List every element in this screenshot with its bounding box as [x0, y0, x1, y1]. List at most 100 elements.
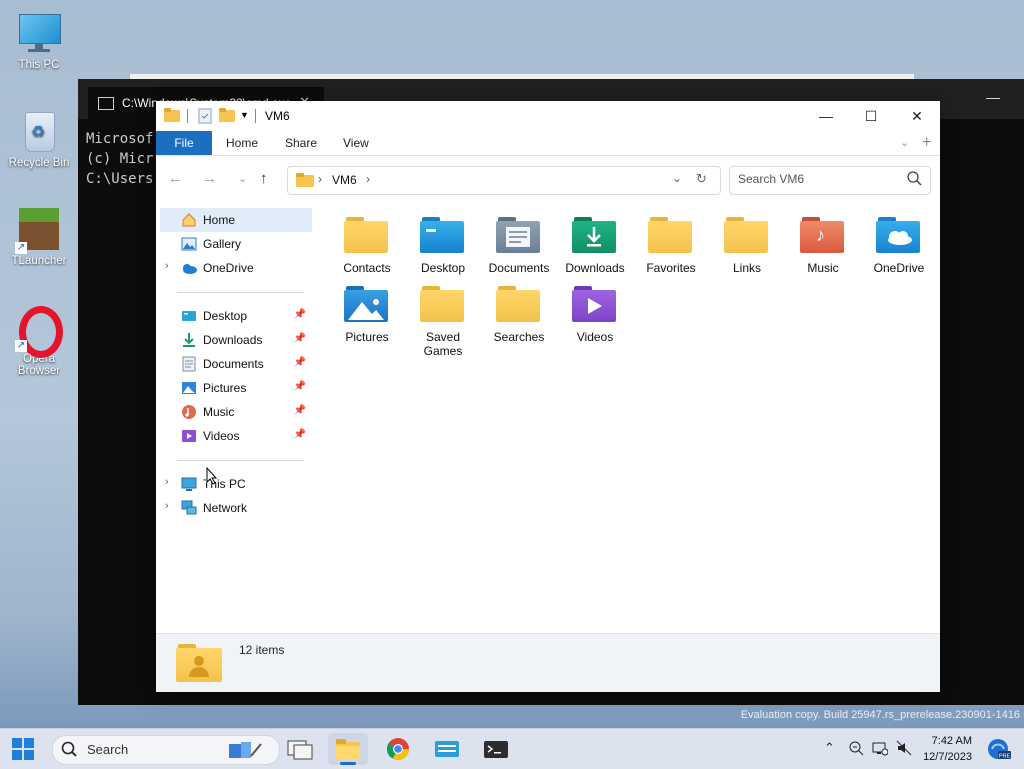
up-arrow-icon[interactable]: ↑: [260, 170, 268, 187]
pin-icon[interactable]: 📌: [294, 333, 306, 344]
breadcrumb-item[interactable]: VM6: [332, 173, 357, 187]
pin-icon[interactable]: 📌: [294, 405, 306, 416]
address-row: ← → ⌄ ↑ › VM6 › ⌄ ↻: [156, 156, 940, 202]
gallery-icon: [181, 236, 197, 252]
folder-icon: [420, 284, 466, 324]
nav-item-onedrive[interactable]: › OneDrive: [160, 256, 312, 280]
customize-quick-access-icon[interactable]: ▼: [240, 110, 249, 120]
tab-home[interactable]: Home: [226, 131, 258, 155]
desktop-icon-tlauncher[interactable]: ↗ TLauncher: [6, 208, 72, 267]
folder-item-saved-games[interactable]: Saved Games: [405, 284, 481, 358]
expand-chevron-icon[interactable]: ›: [165, 500, 169, 512]
desktop-icon-this-pc[interactable]: This PC: [6, 12, 72, 71]
divider: [255, 109, 256, 123]
pin-icon[interactable]: 📌: [294, 309, 306, 320]
breadcrumb-chevron-icon[interactable]: ›: [366, 172, 370, 186]
clock-date: 12/7/2023: [923, 751, 972, 763]
pin-icon[interactable]: 📌: [294, 357, 306, 368]
network-status-icon[interactable]: [872, 740, 889, 759]
accessibility-icon[interactable]: [848, 740, 864, 759]
music-icon: [181, 404, 197, 420]
refresh-icon[interactable]: ↻: [696, 171, 707, 187]
keyboard-app-icon[interactable]: [427, 733, 467, 765]
tab-share[interactable]: Share: [285, 131, 317, 155]
maximize-button[interactable]: ☐: [848, 101, 894, 131]
folder-item-music[interactable]: ♪ Music: [785, 215, 861, 275]
new-tab-icon[interactable]: +: [922, 131, 931, 155]
nav-item-network[interactable]: › Network: [160, 496, 312, 520]
sound-muted-icon[interactable]: [896, 740, 912, 759]
minimize-icon[interactable]: —: [986, 89, 1000, 105]
recent-locations-icon[interactable]: ⌄: [238, 172, 247, 185]
folder-item-downloads[interactable]: Downloads: [557, 215, 633, 275]
folder-item-searches[interactable]: Searches: [481, 284, 557, 344]
terminal-taskbar-icon[interactable]: [476, 733, 516, 765]
expand-chevron-icon[interactable]: ›: [165, 260, 169, 272]
minecraft-block-icon: ↗: [15, 208, 61, 254]
search-box[interactable]: [729, 166, 931, 195]
clock-time: 7:42 AM: [931, 735, 972, 747]
mouse-cursor: [206, 467, 218, 485]
nav-item-documents[interactable]: Documents 📌: [160, 352, 312, 376]
monitor-icon: [17, 12, 61, 56]
search-icon[interactable]: [907, 171, 922, 189]
folder-item-links[interactable]: Links: [709, 215, 785, 275]
folder-item-onedrive[interactable]: OneDrive: [861, 215, 937, 275]
file-explorer-window[interactable]: ▼ VM6 — ☐ ✕ File Home Share View ⌄ + ← →…: [156, 101, 940, 692]
task-view-icon[interactable]: [280, 733, 320, 765]
folder-item-pictures[interactable]: Pictures: [329, 284, 405, 344]
chrome-icon[interactable]: [378, 733, 418, 765]
search-input[interactable]: [736, 171, 900, 187]
new-folder-icon[interactable]: [219, 108, 235, 125]
nav-item-this-pc[interactable]: › This PC: [160, 472, 312, 496]
nav-item-home[interactable]: Home: [160, 208, 312, 232]
expand-chevron-icon[interactable]: ›: [165, 476, 169, 488]
item-count: 12 items: [239, 643, 285, 657]
taskbar-search[interactable]: Search: [52, 735, 280, 765]
nav-label: Pictures: [203, 381, 247, 395]
nav-item-downloads[interactable]: Downloads 📌: [160, 328, 312, 352]
nav-item-pictures[interactable]: Pictures 📌: [160, 376, 312, 400]
address-bar[interactable]: › VM6 › ⌄ ↻: [287, 166, 721, 195]
insider-pre-icon[interactable]: PRE: [986, 737, 1012, 764]
desktop-icon-opera[interactable]: ↗ Opera Browser: [6, 306, 72, 377]
folder-item-favorites[interactable]: Favorites: [633, 215, 709, 275]
terminal-output[interactable]: Microsof (c) Micr C:\Users: [86, 129, 153, 189]
music-folder-icon: ♪: [800, 215, 846, 255]
forward-arrow-icon[interactable]: →: [202, 170, 217, 187]
pin-icon[interactable]: 📌: [294, 381, 306, 392]
folder-icon: [296, 173, 314, 190]
svg-text:PRE: PRE: [999, 754, 1011, 760]
nav-item-desktop[interactable]: Desktop 📌: [160, 304, 312, 328]
folder-item-documents[interactable]: Documents: [481, 215, 557, 275]
download-icon: [181, 332, 197, 348]
ribbon: File Home Share View ⌄ +: [156, 131, 940, 156]
minimize-button[interactable]: —: [803, 101, 849, 131]
evaluation-watermark: Evaluation copy. Build 25947.rs_prerelea…: [740, 709, 1020, 721]
expand-ribbon-icon[interactable]: ⌄: [900, 131, 909, 155]
nav-label: Desktop: [203, 309, 248, 323]
folder-item-videos[interactable]: Videos: [557, 284, 633, 344]
clock[interactable]: 7:42 AM 12/7/2023: [923, 733, 972, 765]
nav-item-music[interactable]: Music 📌: [160, 400, 312, 424]
start-windows-icon[interactable]: [12, 738, 34, 763]
tab-file[interactable]: File: [156, 131, 212, 155]
explorer-titlebar[interactable]: ▼ VM6 — ☐ ✕: [156, 101, 940, 131]
close-button[interactable]: ✕: [894, 101, 940, 131]
nav-label: OneDrive: [203, 261, 254, 275]
nav-item-videos[interactable]: Videos 📌: [160, 424, 312, 448]
desktop-icon-recycle-bin[interactable]: ♻ Recycle Bin: [6, 110, 72, 169]
chevron-up-icon[interactable]: ⌃: [824, 740, 835, 756]
back-arrow-icon[interactable]: ←: [168, 170, 183, 187]
file-list[interactable]: Contacts Desktop Documents Downloads Fav…: [326, 211, 936, 631]
properties-icon[interactable]: [198, 108, 212, 127]
folder-item-contacts[interactable]: Contacts: [329, 215, 405, 275]
user-folder-icon: [176, 644, 222, 682]
folder-item-desktop[interactable]: Desktop: [405, 215, 481, 275]
file-explorer-taskbar-icon[interactable]: [328, 733, 368, 765]
search-icon: [61, 741, 77, 760]
nav-item-gallery[interactable]: Gallery: [160, 232, 312, 256]
pin-icon[interactable]: 📌: [294, 429, 306, 440]
tab-view[interactable]: View: [343, 131, 369, 155]
address-dropdown-icon[interactable]: ⌄: [672, 171, 682, 185]
